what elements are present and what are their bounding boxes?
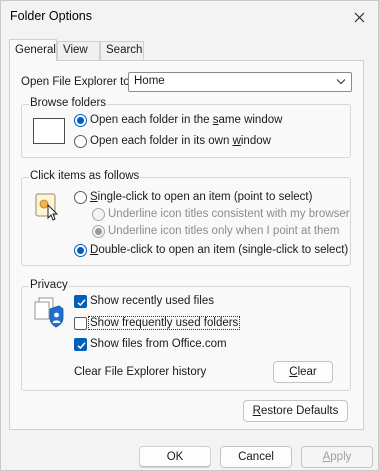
close-icon <box>354 12 364 22</box>
ok-button[interactable]: OK <box>139 446 211 468</box>
radio-own-window[interactable] <box>74 135 87 148</box>
restore-defaults-button[interactable]: Restore Defaults <box>243 400 348 422</box>
apply-button[interactable]: Apply <box>301 446 373 468</box>
radio-double-click[interactable] <box>74 244 87 257</box>
single-click-label[interactable]: Single-click to open an item (point to s… <box>90 191 312 203</box>
tab-general[interactable]: General <box>9 39 57 61</box>
folder-window-icon <box>33 118 65 144</box>
underline-point-label: Underline icon titles only when I point … <box>108 225 340 237</box>
chevron-down-icon <box>336 79 346 85</box>
tab-search[interactable]: Search <box>100 41 144 60</box>
privacy-title: Privacy <box>29 279 69 291</box>
tab-view[interactable]: View <box>57 41 100 60</box>
radio-underline-browser[interactable] <box>92 208 105 221</box>
cancel-button[interactable]: Cancel <box>220 446 292 468</box>
folder-options-dialog: Folder Options General View Search Open … <box>0 0 379 471</box>
checkbox-frequent-folders[interactable] <box>74 317 87 330</box>
double-click-label[interactable]: Double-click to open an item (single-cli… <box>90 244 348 256</box>
checkbox-office-files[interactable] <box>74 338 87 351</box>
radio-underline-point[interactable] <box>92 225 105 238</box>
window-title: Folder Options <box>10 9 92 23</box>
recent-files-label[interactable]: Show recently used files <box>90 295 214 307</box>
frequent-folders-label[interactable]: Show frequently used folders <box>87 316 241 330</box>
title-bar[interactable]: Folder Options <box>1 1 378 33</box>
privacy-shield-icon <box>34 297 64 328</box>
same-window-label[interactable]: Open each folder in the same window <box>90 114 282 126</box>
clear-history-label: Clear File Explorer history <box>74 366 207 378</box>
open-explorer-dropdown[interactable]: Home <box>128 72 352 92</box>
own-window-label[interactable]: Open each folder in its own window <box>90 135 271 147</box>
tab-search-label: Search <box>106 44 143 56</box>
browse-folders-title: Browse folders <box>29 97 108 109</box>
open-explorer-value: Home <box>134 75 165 87</box>
checkmark-icon <box>77 342 86 350</box>
underline-browser-label: Underline icon titles consistent with my… <box>108 208 350 220</box>
close-button[interactable] <box>346 5 372 29</box>
pointer-click-icon <box>35 193 59 221</box>
checkmark-icon <box>77 299 86 307</box>
radio-same-window[interactable] <box>74 114 87 127</box>
browse-folders-group <box>21 104 351 158</box>
tab-general-label: General <box>15 44 56 56</box>
click-items-title: Click items as follows <box>29 170 141 182</box>
tab-view-label: View <box>63 44 88 56</box>
clear-button[interactable]: Clear <box>273 361 333 383</box>
office-files-label[interactable]: Show files from Office.com <box>90 338 227 350</box>
open-explorer-label: Open File Explorer to: <box>21 76 133 88</box>
checkbox-recent-files[interactable] <box>74 295 87 308</box>
radio-single-click[interactable] <box>74 191 87 204</box>
